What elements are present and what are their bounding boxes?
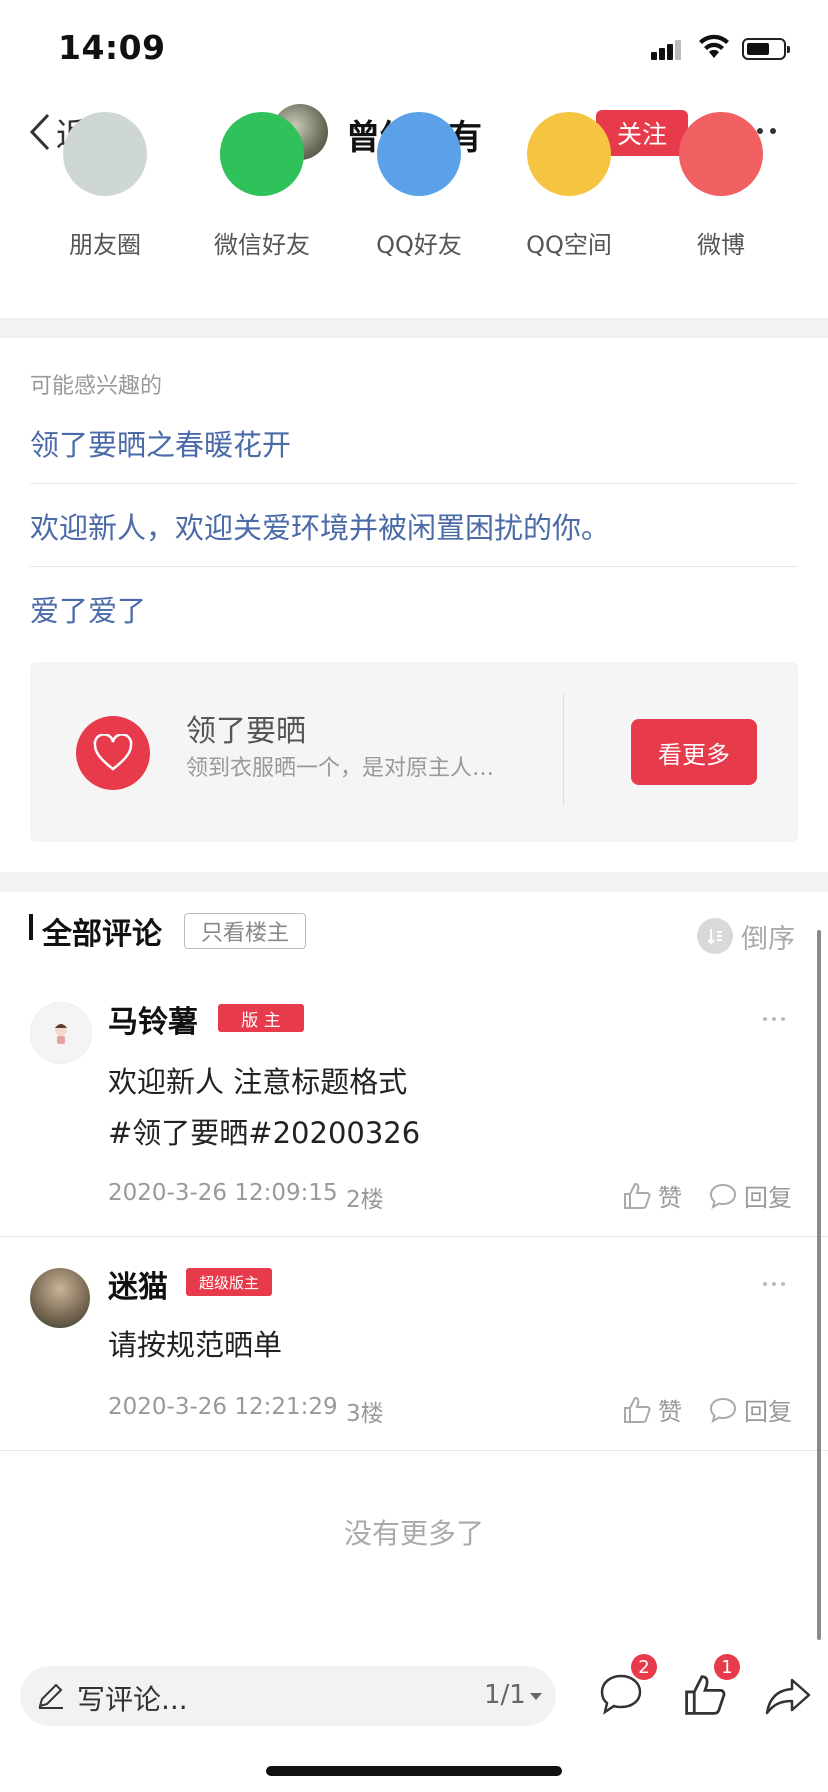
share-button[interactable] — [764, 1676, 812, 1720]
wechat-icon — [220, 112, 304, 196]
owner-only-toggle[interactable]: 只看楼主 — [184, 913, 306, 949]
like-button[interactable]: 赞 — [622, 1392, 682, 1427]
reply-label: 回复 — [744, 1184, 792, 1212]
super-moderator-badge: 超级版主 — [186, 1268, 272, 1296]
avatar[interactable] — [30, 1002, 92, 1064]
interest-link[interactable]: 欢迎新人，欢迎关爱环境并被闲置困扰的你。 — [30, 505, 610, 547]
wifi-icon — [698, 33, 730, 63]
interest-heading: 可能感兴趣的 — [30, 374, 163, 399]
share-label: 微博 — [697, 231, 745, 259]
comment-bubble-icon — [600, 1674, 642, 1715]
scrollbar[interactable] — [817, 930, 821, 1640]
divider — [0, 1450, 828, 1451]
topic-description: 领到衣服晒一个，是对原主人… — [186, 756, 495, 781]
interest-link[interactable]: 领了要晒之春暖花开 — [30, 422, 291, 464]
comment-author[interactable]: 马铃薯 — [108, 997, 198, 1041]
moments-icon — [63, 112, 147, 196]
comment-author[interactable]: 迷猫 — [108, 1262, 168, 1306]
comment-time: 2020-3-26 12:09:15 — [108, 1180, 338, 1206]
page-indicator[interactable]: 1/1 — [484, 1680, 526, 1710]
like-post-button[interactable] — [682, 1672, 728, 1722]
divider — [30, 566, 798, 567]
sort-icon[interactable] — [697, 918, 733, 954]
no-more-text: 没有更多了 — [343, 1517, 484, 1550]
battery-icon — [742, 38, 790, 60]
section-marker — [29, 914, 33, 940]
share-label: QQ好友 — [376, 231, 462, 259]
see-more-button[interactable]: 看更多 — [631, 719, 757, 785]
weibo-icon — [679, 112, 763, 196]
comment-time: 2020-3-26 12:21:29 — [108, 1394, 338, 1420]
comments-button[interactable] — [598, 1672, 644, 1720]
avatar[interactable] — [30, 1268, 90, 1328]
caret-down-icon — [530, 1693, 542, 1700]
reply-button[interactable]: 回复 — [708, 1392, 792, 1427]
section-divider — [0, 872, 828, 892]
thumbs-up-icon — [624, 1182, 651, 1209]
topic-name: 领了要晒 — [186, 714, 306, 749]
reply-label: 回复 — [744, 1398, 792, 1426]
reply-button[interactable]: 回复 — [708, 1178, 792, 1213]
reverse-order-button[interactable]: 倒序 — [741, 917, 795, 956]
like-label: 赞 — [658, 1184, 682, 1212]
share-label: QQ空间 — [526, 231, 612, 259]
status-time: 14:09 — [58, 28, 166, 67]
comment-floor: 3楼 — [346, 1401, 384, 1427]
share-label: 朋友圈 — [69, 231, 141, 259]
cellular-signal-icon — [651, 36, 687, 60]
moderator-badge: 版 主 — [218, 1004, 304, 1032]
share-arrow-icon — [765, 1678, 811, 1715]
divider — [30, 483, 798, 484]
comment-floor: 2楼 — [346, 1187, 384, 1213]
comment-text: 欢迎新人 注意标题格式 — [108, 1065, 408, 1099]
section-divider — [0, 318, 828, 338]
interest-link[interactable]: 爱了爱了 — [30, 588, 146, 630]
heart-icon — [76, 716, 150, 790]
like-label: 赞 — [658, 1398, 682, 1426]
comments-title: 全部评论 — [42, 917, 162, 952]
pen-icon — [36, 1680, 66, 1714]
comment-bubble-icon — [709, 1397, 737, 1423]
comment-more-icon[interactable] — [763, 1017, 785, 1021]
home-indicator — [266, 1766, 562, 1776]
like-button[interactable]: 赞 — [622, 1178, 682, 1213]
divider — [563, 694, 564, 806]
divider — [0, 1236, 828, 1237]
comment-placeholder[interactable]: 写评论... — [77, 1678, 188, 1718]
like-count-badge: 1 — [714, 1654, 740, 1680]
qq-icon — [377, 112, 461, 196]
thumbs-up-icon — [624, 1396, 651, 1423]
comment-count-badge: 2 — [631, 1654, 657, 1680]
share-label: 微信好友 — [214, 231, 310, 259]
chevron-left-icon — [29, 113, 50, 151]
comment-more-icon[interactable] — [763, 1282, 785, 1286]
comment-bubble-icon — [709, 1183, 737, 1209]
comment-text: #领了要晒#20200326 — [108, 1116, 421, 1150]
comment-text: 请按规范晒单 — [108, 1328, 283, 1362]
qzone-icon — [527, 112, 611, 196]
